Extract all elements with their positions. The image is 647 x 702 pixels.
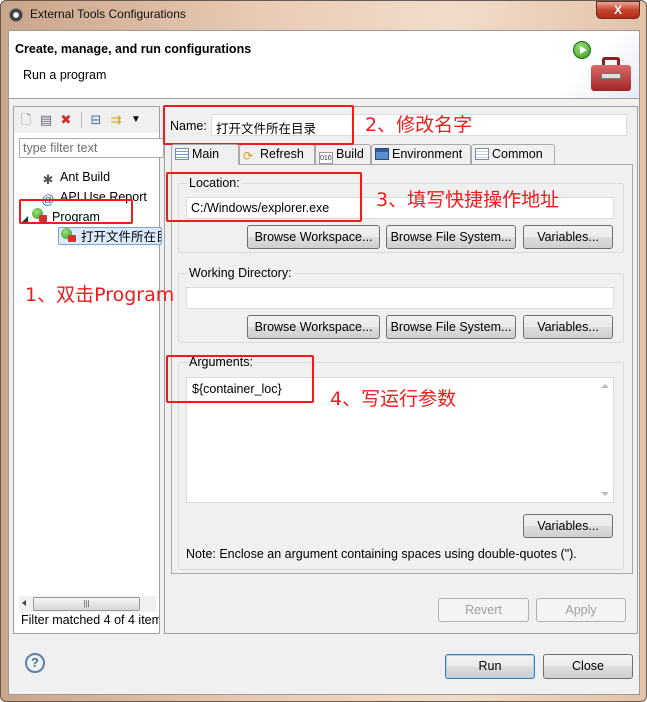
header-subtitle: Run a program: [23, 68, 107, 82]
delete-icon[interactable]: ✖: [58, 112, 74, 128]
tree-item-ant-build[interactable]: ✱ Ant Build: [40, 168, 110, 187]
working-dir-browse-file-system-button[interactable]: Browse File System...: [386, 315, 516, 339]
tab-refresh[interactable]: ⟳ Refresh: [239, 144, 315, 164]
arguments-note: Note: Enclose an argument containing spa…: [186, 547, 577, 561]
location-label: Location:: [187, 176, 242, 190]
working-directory-label: Working Directory:: [187, 266, 294, 280]
program-icon: [61, 228, 77, 244]
close-button[interactable]: Close: [543, 654, 633, 679]
arguments-label: Arguments:: [187, 355, 255, 369]
ant-icon: ✱: [42, 172, 54, 187]
dialog-client-area: Create, manage, and run configurations R…: [8, 30, 640, 695]
tab-build[interactable]: 010 Build: [315, 144, 371, 164]
arguments-vertical-scrollbar[interactable]: [597, 378, 613, 502]
run-button[interactable]: Run: [445, 654, 535, 679]
expand-triangle-icon[interactable]: ◢: [22, 210, 32, 228]
tree-item-open-file-location[interactable]: 打开文件所在目录: [58, 227, 162, 245]
window-close-button[interactable]: X: [596, 1, 640, 19]
filter-status: Filter matched 4 of 4 items: [21, 613, 159, 627]
build-icon: 010: [319, 152, 333, 164]
toolbar-separator: [81, 112, 82, 128]
dialog-header: Create, manage, and run configurations R…: [9, 31, 639, 99]
collapse-all-icon[interactable]: ⊟: [88, 112, 104, 128]
scroll-left-icon[interactable]: [22, 600, 26, 606]
common-icon: [475, 148, 489, 160]
working-dir-browse-workspace-button[interactable]: Browse Workspace...: [247, 315, 380, 339]
filter-icon[interactable]: ⇉: [108, 112, 124, 128]
dialog-window: External Tools Configurations X Create, …: [0, 0, 647, 702]
annotation-step-4: 4、写运行参数: [330, 388, 457, 410]
configuration-list-panel: 🗋 ▤ ✖ ⊟ ⇉ ▼ type filter text ✱ Ant Build …: [13, 106, 164, 634]
configuration-toolbar: 🗋 ▤ ✖ ⊟ ⇉ ▼: [14, 107, 159, 133]
location-browse-file-system-button[interactable]: Browse File System...: [386, 225, 516, 249]
tree-item-program[interactable]: ◢ Program: [22, 208, 100, 226]
working-dir-variables-button[interactable]: Variables...: [523, 315, 613, 339]
header-banner: [559, 31, 639, 98]
refresh-icon: ⟳: [243, 149, 254, 163]
help-icon[interactable]: ?: [25, 653, 45, 673]
working-directory-group: Working Directory: Browse Workspace... B…: [178, 266, 624, 343]
working-directory-input[interactable]: [186, 287, 614, 309]
toolbox-icon: [589, 55, 633, 91]
filter-input[interactable]: type filter text: [19, 138, 164, 158]
scrollbar-thumb[interactable]: |||: [33, 597, 140, 611]
duplicate-icon[interactable]: ▤: [38, 112, 54, 128]
program-icon: [32, 208, 48, 224]
location-variables-button[interactable]: Variables...: [523, 225, 613, 249]
main-tab-icon: [175, 148, 189, 160]
scroll-up-icon[interactable]: [601, 384, 609, 388]
environment-icon: [375, 148, 389, 160]
tree-item-api-use-report[interactable]: @ API Use Report: [40, 188, 146, 207]
window-title: External Tools Configurations: [30, 7, 186, 21]
annotation-step-1: 1、双击Program: [25, 284, 175, 306]
api-report-icon: @: [41, 192, 55, 207]
tab-main[interactable]: Main: [171, 144, 239, 165]
name-label: Name:: [170, 119, 207, 133]
new-configuration-icon[interactable]: 🗋: [18, 112, 34, 128]
horizontal-scrollbar[interactable]: |||: [19, 596, 156, 612]
tab-environment[interactable]: Environment: [371, 144, 471, 164]
location-browse-workspace-button[interactable]: Browse Workspace...: [247, 225, 380, 249]
header-title: Create, manage, and run configurations: [15, 42, 252, 56]
scroll-down-icon[interactable]: [601, 492, 609, 496]
annotation-step-2: 2、修改名字: [365, 114, 473, 136]
view-menu-icon[interactable]: ▼: [128, 112, 144, 128]
title-bar: External Tools Configurations X: [1, 1, 646, 29]
revert-button[interactable]: Revert: [438, 598, 529, 622]
main-tab-content: Location: C:/Windows/explorer.exe Browse…: [171, 164, 633, 574]
tab-common[interactable]: Common: [471, 144, 555, 164]
arguments-variables-button[interactable]: Variables...: [523, 514, 613, 538]
apply-button[interactable]: Apply: [536, 598, 626, 622]
annotation-step-3: 3、填写快捷操作地址: [376, 189, 560, 211]
eclipse-gear-icon: [9, 8, 23, 22]
